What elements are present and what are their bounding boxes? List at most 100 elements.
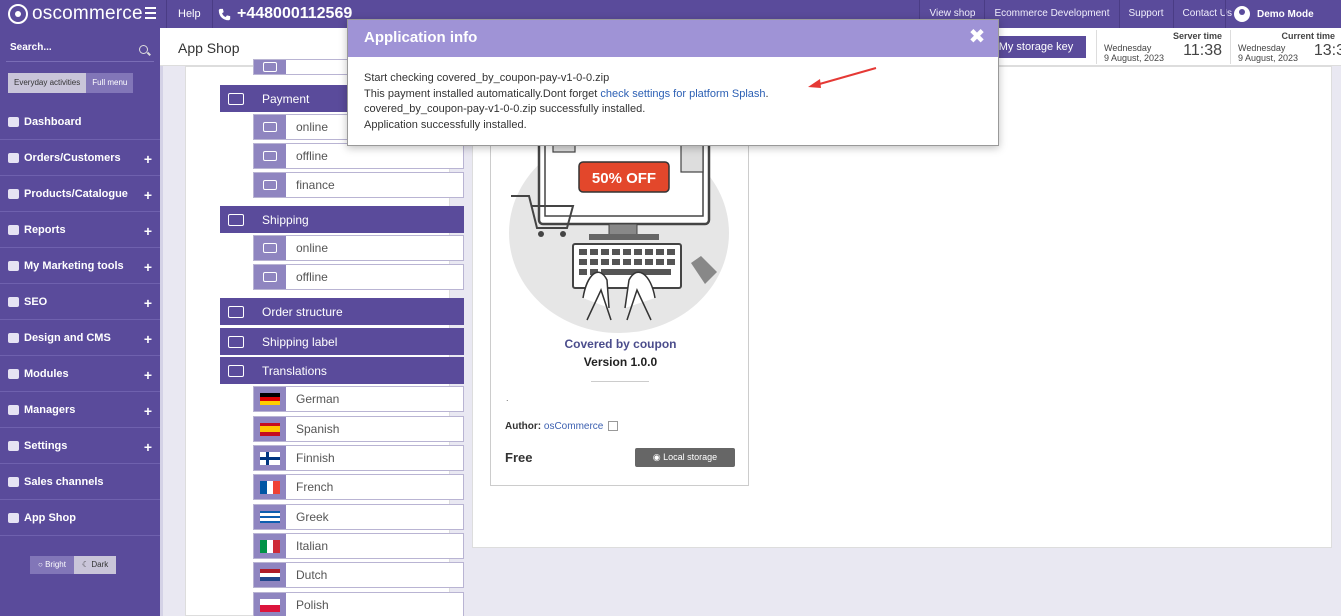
theme-dark-button[interactable]: ☾ Dark [73, 556, 117, 574]
content-area: Payment online offline finance Shipping … [163, 59, 1341, 616]
discount-badge: 50% OFF [592, 170, 656, 187]
search-input[interactable]: Search... [10, 42, 52, 53]
logo[interactable]: oscommerce [8, 3, 143, 25]
box-icon [254, 236, 286, 260]
expand-icon[interactable]: + [144, 403, 152, 419]
expand-icon[interactable]: + [144, 439, 152, 455]
sidebar-item-modules[interactable]: Modules + [0, 356, 160, 392]
app-price: Free [505, 450, 533, 465]
server-date: Wednesday 9 August, 2023 [1104, 43, 1164, 63]
tree-category-shipping-label[interactable]: Shipping label [220, 328, 464, 355]
expand-icon[interactable]: + [144, 259, 152, 275]
ecommerce-development-link[interactable]: Ecommerce Development [984, 0, 1118, 28]
sidebar-item-products-catalogue[interactable]: Products/Catalogue + [0, 176, 160, 212]
theme-bright-button[interactable]: ○ Bright [30, 556, 74, 574]
sidebar-item-marketing-tools[interactable]: My Marketing tools + [0, 248, 160, 284]
structure-icon [220, 298, 252, 325]
generic-icon [254, 60, 286, 74]
server-time: Server time Wednesday 9 August, 2023 11:3… [1096, 30, 1228, 64]
author-link[interactable]: osCommerce [544, 421, 603, 432]
tree-item-label: offline [296, 149, 328, 163]
sidebar-item-design-cms[interactable]: Design and CMS + [0, 320, 160, 356]
sidebar-item-settings[interactable]: Settings + [0, 428, 160, 464]
tree-category-label: Shipping [262, 212, 309, 227]
sidebar-item-label: App Shop [24, 511, 76, 524]
sidebar-item-seo[interactable]: SEO + [0, 284, 160, 320]
local-storage-button[interactable]: ◉ Local storage [635, 448, 735, 467]
expand-icon[interactable]: + [144, 367, 152, 383]
tree-item-shipping-offline[interactable]: offline [253, 264, 464, 290]
current-date: Wednesday 9 August, 2023 [1238, 43, 1298, 63]
server-date-text: 9 August, 2023 [1104, 53, 1165, 63]
theme-bright-label: Bright [45, 560, 66, 569]
platform-settings-link[interactable]: check settings for platform Splash [600, 88, 765, 100]
tree-item-french[interactable]: French [253, 474, 464, 500]
wallet-icon [220, 85, 252, 112]
phone-number[interactable]: +448000112569 [218, 0, 352, 28]
tree-item-dutch[interactable]: Dutch [253, 562, 464, 588]
current-day: Wednesday [1238, 43, 1286, 53]
expand-icon[interactable]: + [144, 151, 152, 167]
tree-item-label: Finnish [296, 451, 335, 465]
app-title[interactable]: Covered by coupon [491, 337, 750, 351]
sidebar-item-app-shop[interactable]: App Shop [0, 500, 160, 536]
tree-item-finnish[interactable]: Finnish [253, 445, 464, 471]
support-link[interactable]: Support [1118, 0, 1173, 28]
tree-item-payment-finance[interactable]: finance [253, 172, 464, 198]
user-icon [1234, 6, 1250, 22]
sidebar-item-label: SEO [24, 295, 48, 308]
sidebar-search[interactable]: Search... [6, 36, 154, 62]
folder-icon [8, 188, 19, 199]
sidebar-item-managers[interactable]: Managers + [0, 392, 160, 428]
sidebar-item-reports[interactable]: Reports + [0, 212, 160, 248]
sidebar: Search... Everyday activities Full menu … [0, 28, 160, 616]
tree-item-polish[interactable]: Polish [253, 592, 464, 616]
expand-icon[interactable]: + [144, 223, 152, 239]
log-line-1: Start checking covered_by_coupon-pay-v1-… [364, 72, 610, 84]
expand-icon[interactable]: + [144, 331, 152, 347]
tree-item-payment-offline[interactable]: offline [253, 143, 464, 169]
help-link[interactable]: Help [166, 0, 213, 28]
tree-item-label: Greek [296, 510, 329, 524]
storage-key-button[interactable]: My storage key [986, 36, 1086, 58]
expand-icon[interactable]: + [144, 295, 152, 311]
user-menu[interactable]: Demo Mode [1225, 0, 1341, 28]
menu-toggle-icon[interactable] [140, 4, 160, 24]
log-line-4: Application successfully installed. [364, 118, 527, 131]
tree-item-italian[interactable]: Italian [253, 533, 464, 559]
sidebar-item-dashboard[interactable]: Dashboard [0, 104, 160, 140]
bank-icon [254, 173, 286, 197]
tab-full-menu[interactable]: Full menu [86, 73, 134, 93]
spain-flag-icon [254, 417, 286, 441]
expand-icon[interactable]: + [144, 187, 152, 203]
greece-flag-icon [254, 505, 286, 529]
close-icon[interactable]: ✖ [966, 26, 988, 48]
tree-item-shipping-online[interactable]: online [253, 235, 464, 261]
divider [591, 381, 649, 382]
tree-item-spanish[interactable]: Spanish [253, 416, 464, 442]
logo-icon [8, 4, 28, 24]
user-icon [8, 404, 19, 415]
tree-item-label: Dutch [296, 568, 328, 582]
tree-item-label: online [296, 120, 329, 134]
annotation-arrow-icon [808, 67, 877, 88]
app-description: . [506, 393, 509, 403]
sidebar-item-sales-channels[interactable]: Sales channels [0, 464, 160, 500]
search-icon[interactable] [139, 45, 148, 54]
tree-category-translations[interactable]: Translations [220, 357, 464, 384]
tree-category-shipping[interactable]: Shipping [220, 206, 464, 233]
tree-item-label: Italian [296, 539, 329, 553]
tab-everyday-activities[interactable]: Everyday activities [8, 73, 87, 93]
tree-category-order-structure[interactable]: Order structure [220, 298, 464, 325]
application-info-modal: Application info ✖ Start checking covere… [347, 19, 999, 146]
tree-item-german[interactable]: German [253, 386, 464, 412]
log-line-2: This payment installed automatically.Don… [364, 87, 769, 103]
tree-item-greek[interactable]: Greek [253, 504, 464, 530]
tree-category-label: Shipping label [262, 334, 338, 349]
cart-icon [8, 512, 19, 523]
modal-title: Application info [364, 29, 478, 46]
modal-body: Start checking covered_by_coupon-pay-v1-… [364, 71, 769, 133]
sidebar-item-label: Products/Catalogue [24, 187, 128, 200]
sidebar-item-orders-customers[interactable]: Orders/Customers + [0, 140, 160, 176]
local-storage-label: Local storage [663, 452, 718, 462]
